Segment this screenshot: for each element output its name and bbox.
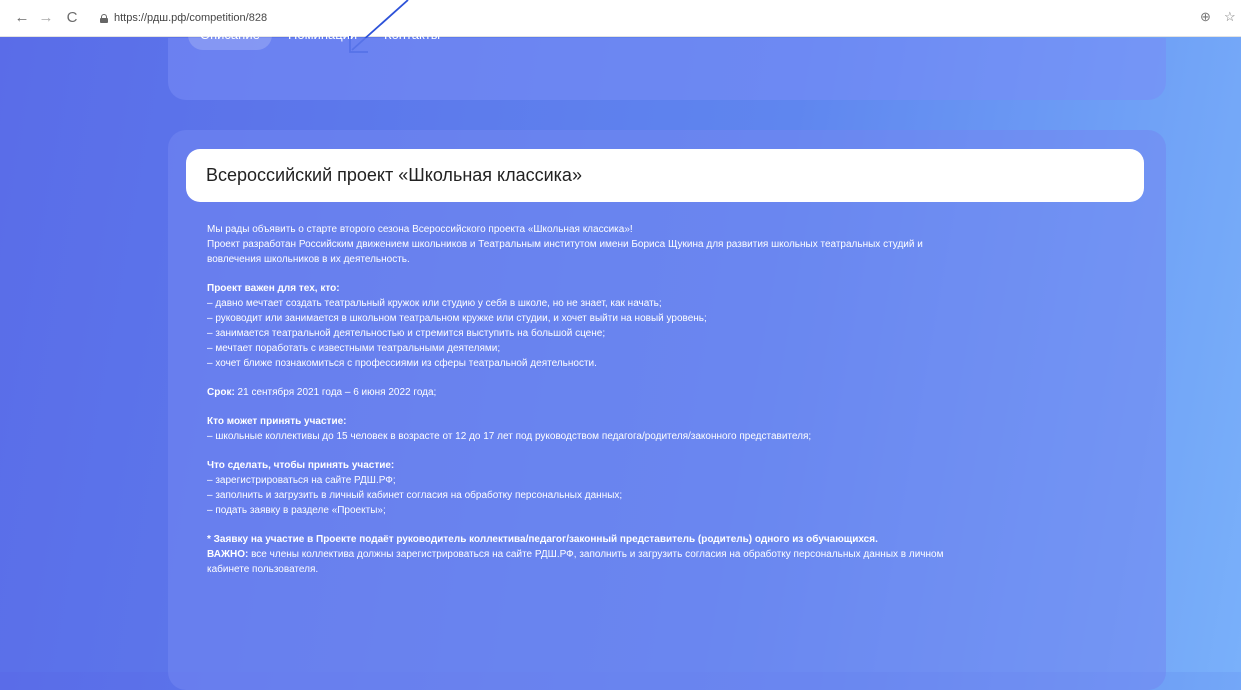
who-heading: Кто может принять участие: (207, 416, 347, 427)
list-item: – мечтает поработать с известными театра… (207, 343, 501, 354)
zoom-icon[interactable]: ⊕ (1200, 9, 1211, 25)
lock-icon (100, 13, 108, 23)
list-item: – давно мечтает создать театральный круж… (207, 298, 662, 309)
list-item: – хочет ближе познакомиться с профессиям… (207, 358, 597, 369)
intro-line: Мы рады объявить о старте второго сезона… (207, 224, 633, 235)
important-text: все члены коллектива должны зарегистриро… (248, 549, 944, 560)
tab-nominations[interactable]: Номинации (288, 20, 357, 50)
page-title: Всероссийский проект «Школьная классика» (206, 165, 582, 185)
application-note: * Заявку на участие в Проекте подаёт рук… (207, 534, 878, 545)
term-line: Срок: 21 сентября 2021 года – 6 июня 202… (207, 385, 1107, 400)
list-item: – заполнить и загрузить в личный кабинет… (207, 490, 623, 501)
intro-line: Проект разработан Российским движением ш… (207, 239, 923, 250)
reload-icon[interactable]: C (62, 9, 82, 27)
tab-contacts[interactable]: Контакты (384, 20, 440, 50)
important-label: ВАЖНО: (207, 549, 249, 560)
term-value: 21 сентября 2021 года – 6 июня 2022 года… (234, 387, 437, 398)
how-heading: Что сделать, чтобы принять участие: (207, 460, 395, 471)
list-item: – подать заявку в разделе «Проекты»; (207, 505, 386, 516)
back-arrow-icon[interactable]: ← (12, 9, 32, 27)
list-item: – руководит или занимается в школьном те… (207, 313, 707, 324)
tab-description[interactable]: Описание (188, 20, 272, 50)
important-line-2: кабинете пользователя. (207, 564, 319, 575)
browser-toolbar: ← → C https://рдш.рф/competition/828 ⊕ ☆ (0, 0, 1241, 37)
forward-arrow-icon[interactable]: → (36, 9, 56, 27)
important-for-heading: Проект важен для тех, кто: (207, 283, 340, 294)
intro-line: вовлечения школьников в их деятельность. (207, 254, 410, 265)
term-label: Срок: (207, 387, 235, 398)
list-item: – зарегистрироваться на сайте РДШ.РФ; (207, 475, 396, 486)
list-item: – занимается театральной деятельностью и… (207, 328, 606, 339)
project-description: Мы рады объявить о старте второго сезона… (207, 222, 1107, 577)
list-item: – школьные коллективы до 15 человек в во… (207, 431, 812, 442)
title-card: Всероссийский проект «Школьная классика» (186, 149, 1144, 202)
bookmark-star-icon[interactable]: ☆ (1224, 9, 1236, 25)
important-line: ВАЖНО: все члены коллектива должны зарег… (207, 547, 1107, 562)
